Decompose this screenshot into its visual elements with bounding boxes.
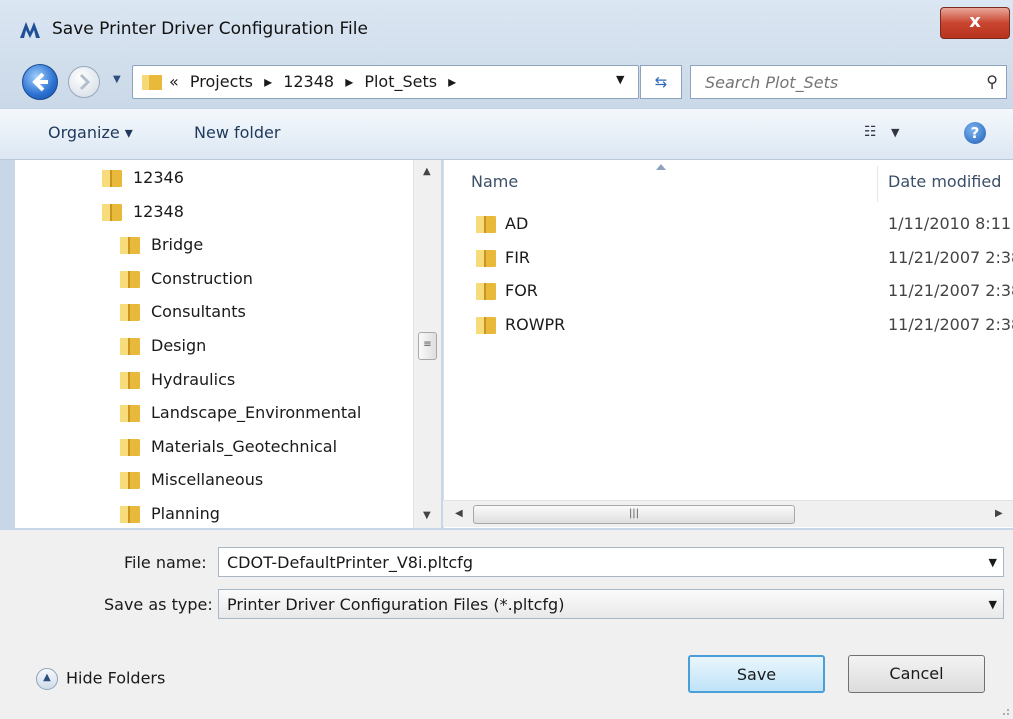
folder-tree: 12346 12348 Bridge Construction Consultants D…	[15, 160, 440, 528]
forward-button[interactable]	[68, 66, 100, 98]
refresh-button[interactable]: ⇆	[640, 65, 682, 99]
file-name-cell: FOR	[505, 281, 538, 301]
tree-item-label: 12348	[133, 201, 184, 221]
folder-icon	[100, 167, 124, 193]
help-icon[interactable]: ?	[964, 122, 986, 144]
close-button[interactable]: x	[940, 7, 1010, 39]
tree-item-label: Bridge	[151, 235, 204, 255]
tree-item-label: 12346	[133, 168, 184, 187]
window-title: Save Printer Driver Configuration File	[52, 19, 368, 39]
folder-icon	[142, 75, 162, 90]
breadcrumb-overflow[interactable]: «	[169, 72, 179, 91]
scroll-right-icon[interactable]: ▶	[995, 508, 1003, 519]
save-type-value: Printer Driver Configuration Files (*.pl…	[227, 595, 565, 614]
file-name-cell: ROWPR	[505, 314, 566, 334]
column-header-name[interactable]: Name	[471, 172, 518, 191]
table-row[interactable]: ROWPR 11/21/2007 2:38	[444, 311, 1013, 341]
back-button[interactable]	[22, 64, 58, 100]
chevron-down-icon[interactable]: ▼	[989, 598, 997, 611]
back-arrow-icon	[32, 72, 48, 92]
breadcrumb: « Projects ▸ 12348 ▸ Plot_Sets ▸	[169, 72, 462, 91]
file-name-cell: FIR	[505, 247, 531, 267]
folder-icon	[474, 247, 498, 273]
tree-item-label: Consultants	[151, 302, 246, 322]
title-bar: Save Printer Driver Configuration File x	[0, 0, 1013, 58]
file-name-cell: AD	[505, 214, 529, 233]
save-type-select[interactable]: Printer Driver Configuration Files (*.pl…	[218, 589, 1004, 619]
change-view-button[interactable]: ☷ ▼	[864, 124, 899, 140]
file-list-scroll-thumb[interactable]: |||	[473, 505, 795, 524]
tree-item-label: Hydraulics	[151, 369, 236, 389]
scroll-left-icon[interactable]: ◀	[455, 508, 463, 519]
collapse-up-icon: ▲	[36, 668, 58, 690]
tree-item-label: Miscellaneous	[151, 470, 264, 490]
chevron-down-icon: ▼	[891, 126, 900, 139]
save-dialog: Save Printer Driver Configuration File x…	[0, 0, 1013, 719]
date-modified-cell: 11/21/2007 2:38	[888, 314, 1013, 334]
table-row[interactable]: FIR 11/21/2007 2:38	[444, 244, 1013, 274]
file-name-input[interactable]: CDOT-DefaultPrinter_V8i.pltcfg	[227, 553, 473, 572]
date-modified-cell: 11/21/2007 2:38	[888, 247, 1013, 267]
tree-item-label: Planning	[151, 504, 220, 523]
table-row[interactable]: FOR 11/21/2007 2:38	[444, 277, 1013, 307]
cancel-button[interactable]: Cancel	[848, 655, 985, 693]
column-separator[interactable]	[877, 166, 878, 202]
date-modified-cell: 11/21/2007 2:38	[888, 281, 1013, 301]
tree-vertical-scrollbar[interactable]: ▲ ≡ ▼	[413, 160, 441, 528]
tree-scroll-thumb[interactable]: ≡	[418, 332, 437, 360]
folder-icon	[118, 436, 142, 462]
resize-grip-icon[interactable]	[996, 702, 1010, 716]
address-dropdown-icon[interactable]: ▼	[616, 73, 624, 86]
folder-icon	[100, 201, 124, 227]
breadcrumb-separator[interactable]: ▸	[345, 72, 353, 91]
breadcrumb-item-12348[interactable]: 12348	[283, 72, 334, 91]
hide-folders-label: Hide Folders	[66, 668, 166, 688]
save-type-label: Save as type:	[104, 595, 213, 614]
scroll-down-icon[interactable]: ▼	[423, 510, 431, 521]
recent-pages-dropdown-icon[interactable]: ▼	[113, 74, 121, 85]
file-name-field[interactable]: CDOT-DefaultPrinter_V8i.pltcfg ▼	[218, 547, 1004, 577]
new-folder-button[interactable]: New folder	[194, 123, 280, 142]
sort-up-icon	[656, 164, 666, 170]
tree-item-label: Design	[151, 336, 207, 355]
breadcrumb-item-plot-sets[interactable]: Plot_Sets	[364, 72, 437, 91]
folder-icon	[118, 369, 142, 395]
folder-icon	[474, 314, 498, 340]
address-bar[interactable]: « Projects ▸ 12348 ▸ Plot_Sets ▸ ▼	[132, 65, 639, 99]
folder-icon	[474, 280, 498, 306]
file-list-horizontal-scrollbar[interactable]: ◀ ||| ▶	[443, 500, 1013, 527]
organize-button[interactable]: Organize ▾	[48, 123, 133, 142]
chevron-down-icon[interactable]: ▼	[989, 556, 997, 569]
command-bar: Organize ▾ New folder ☷ ▼ ?	[0, 108, 1013, 160]
tree-item-label: Construction	[151, 268, 253, 288]
forward-arrow-icon	[79, 73, 91, 91]
folder-icon	[118, 469, 142, 495]
breadcrumb-separator[interactable]: ▸	[448, 72, 456, 91]
search-icon[interactable]: ⚲	[986, 72, 998, 91]
tree-item-label: Landscape_Environmental	[151, 403, 362, 423]
file-name-label: File name:	[124, 553, 207, 572]
tree-item-label: Materials_Geotechnical	[151, 436, 338, 456]
folder-icon	[118, 301, 142, 327]
file-list: Name Date modified AD 1/11/2010 8:11 FIR 11…	[443, 160, 1013, 528]
save-button[interactable]: Save	[688, 655, 825, 693]
breadcrumb-item-projects[interactable]: Projects	[190, 72, 253, 91]
refresh-icon: ⇆	[654, 73, 668, 91]
folder-icon	[474, 213, 498, 239]
folder-icon	[118, 402, 142, 428]
table-row[interactable]: AD 1/11/2010 8:11	[444, 210, 1013, 240]
folder-icon	[118, 335, 142, 361]
search-box[interactable]: ⚲	[690, 65, 1007, 99]
scroll-up-icon[interactable]: ▲	[423, 166, 431, 177]
column-header-date[interactable]: Date modified	[888, 172, 1001, 191]
date-modified-cell: 1/11/2010 8:11	[888, 214, 1012, 233]
search-input[interactable]	[703, 72, 957, 93]
breadcrumb-separator[interactable]: ▸	[264, 72, 272, 91]
folder-icon	[118, 503, 142, 529]
folder-icon	[118, 234, 142, 260]
hide-folders-button[interactable]: ▲ Hide Folders	[36, 668, 165, 690]
microstation-icon	[20, 22, 40, 38]
view-list-icon: ☷	[864, 124, 877, 140]
folder-icon	[118, 268, 142, 294]
